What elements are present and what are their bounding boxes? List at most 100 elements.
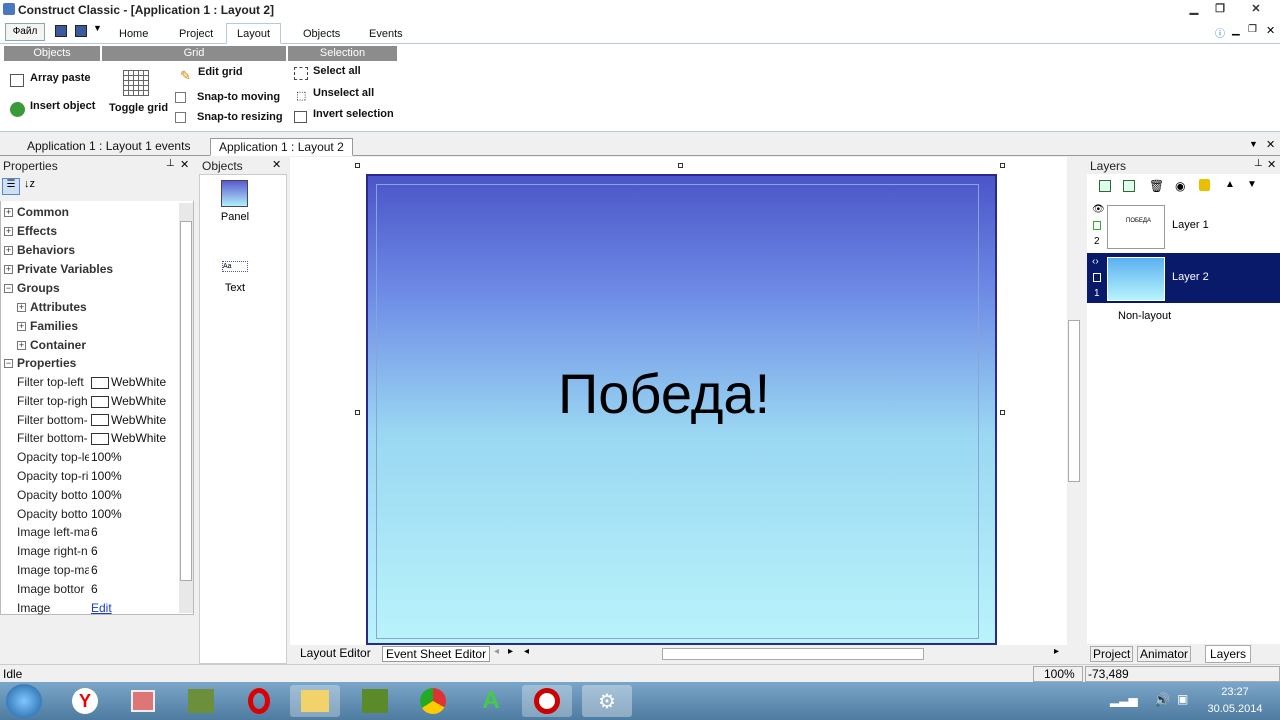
objects-close-icon[interactable]: ✕ — [272, 158, 281, 171]
close-button[interactable]: ✕ — [1236, 2, 1276, 16]
snap-resizing-checkbox[interactable] — [175, 112, 186, 123]
panel-object-icon[interactable] — [221, 180, 248, 207]
invert-selection-button[interactable]: Invert selection — [313, 108, 394, 120]
ribbon-restore-icon[interactable]: ❐ — [1248, 24, 1257, 35]
properties-scroll-thumb[interactable] — [180, 221, 192, 581]
maximize-button[interactable]: ❐ — [1208, 2, 1232, 16]
property-row[interactable]: Image bottor 6 — [1, 580, 178, 599]
unlock-icon[interactable] — [1093, 273, 1101, 282]
color-swatch[interactable] — [91, 395, 109, 408]
categorized-icon[interactable]: ☰ — [2, 178, 20, 195]
media-player-icon[interactable] — [118, 685, 168, 717]
snap-moving-checkbox[interactable] — [175, 92, 186, 103]
network-icon[interactable]: ▂▃▅ — [1110, 693, 1138, 707]
minimize-button[interactable]: ▁ — [1182, 2, 1206, 16]
property-row[interactable]: Filter bottom- WebWhite — [1, 411, 178, 430]
snap-resizing-label[interactable]: Snap-to resizing — [197, 111, 283, 123]
property-row[interactable]: Image left-ma 6 — [1, 523, 178, 542]
prop-subgroup-attributes[interactable]: + Attributes — [1, 298, 178, 317]
property-row[interactable]: Filter bottom- WebWhite — [1, 429, 178, 448]
layer-row-1[interactable]: 👁 2 ПОБЕДА Layer 1 — [1087, 201, 1280, 251]
construct-icon[interactable]: ⚙ — [582, 685, 632, 717]
property-row[interactable]: Opacity botto 100% — [1, 505, 178, 524]
tab-home[interactable]: Home — [108, 23, 159, 44]
tab-project[interactable]: Project — [168, 23, 224, 44]
property-row[interactable]: Filter top-righ WebWhite — [1, 392, 178, 411]
clock-date[interactable]: 30.05.2014 — [1200, 703, 1270, 715]
toggle-grid-button[interactable]: Toggle grid — [109, 102, 168, 114]
minecraft-launcher-icon[interactable] — [350, 685, 400, 717]
canvas-vscroll-thumb[interactable] — [1068, 320, 1080, 482]
ribbon-close-icon[interactable]: ✕ — [1266, 24, 1275, 37]
tab-events[interactable]: Events — [358, 23, 414, 44]
app-a-icon[interactable]: A — [466, 685, 516, 717]
property-row[interactable]: Image top-ma 6 — [1, 561, 178, 580]
resize-handle[interactable] — [1000, 163, 1005, 168]
tray-icon[interactable]: ▣ — [1177, 692, 1188, 706]
panel-object[interactable]: Победа! — [366, 174, 997, 645]
edit-grid-button[interactable]: Edit grid — [198, 66, 243, 78]
tab-layers[interactable]: Layers — [1205, 645, 1252, 663]
save-all-icon[interactable] — [75, 25, 87, 37]
prop-group-private-variables[interactable]: + Private Variables — [1, 260, 178, 279]
save-icon[interactable] — [55, 25, 67, 37]
resize-handle[interactable] — [678, 163, 683, 168]
prop-group-behaviors[interactable]: + Behaviors — [1, 241, 178, 260]
opera-active-icon[interactable] — [522, 685, 572, 717]
tab-scroll-right-icon[interactable]: ▸ — [508, 646, 513, 657]
event-sheet-editor-tab[interactable]: Event Sheet Editor — [382, 646, 491, 662]
chrome-icon[interactable] — [408, 685, 458, 717]
victory-text-object[interactable]: Победа! — [558, 361, 770, 426]
color-swatch[interactable] — [91, 414, 109, 427]
lock-icon[interactable] — [1199, 179, 1210, 191]
doc-tab-layout2[interactable]: Application 1 : Layout 2 — [210, 138, 353, 156]
yandex-browser-icon[interactable]: Y — [60, 685, 110, 717]
canvas-hscroll-thumb[interactable] — [662, 648, 924, 660]
property-value[interactable]: Edit — [91, 599, 112, 618]
prop-group-common[interactable]: + Common — [1, 203, 178, 222]
layout-editor-tab[interactable]: Layout Editor — [300, 646, 371, 660]
resize-handle[interactable] — [1000, 410, 1005, 415]
hscroll-left-icon[interactable]: ◂ — [524, 646, 529, 657]
prop-group-effects[interactable]: + Effects — [1, 222, 178, 241]
pin-icon[interactable]: ⊥ — [166, 158, 175, 169]
tab-objects[interactable]: Objects — [292, 23, 351, 44]
layer-row-2-selected[interactable]: ‹› 1 Layer 2 — [1087, 253, 1280, 303]
layers-close-icon[interactable]: ✕ — [1267, 158, 1276, 171]
property-row[interactable]: Image right-n 6 — [1, 542, 178, 561]
prop-group-groups[interactable]: − Groups — [1, 279, 178, 298]
minecraft-icon[interactable] — [176, 685, 226, 717]
property-value-text[interactable]: Edit — [91, 601, 112, 615]
file-menu-button[interactable]: Файл — [5, 23, 45, 41]
prop-section-properties[interactable]: − Properties — [1, 354, 178, 373]
eye-icon[interactable]: 👁 — [1092, 204, 1105, 215]
start-button[interactable] — [6, 684, 42, 718]
hscroll-right-icon[interactable]: ▸ — [1054, 646, 1059, 657]
doc-tab-layout1-events[interactable]: Application 1 : Layout 1 events — [19, 138, 198, 156]
property-row[interactable]: Opacity top-ri 100% — [1, 467, 178, 486]
tab-animator[interactable]: Animator — [1137, 646, 1192, 662]
layers-pin-icon[interactable]: ⊥ — [1254, 158, 1263, 169]
prop-subgroup-families[interactable]: + Families — [1, 317, 178, 336]
prop-subgroup-container[interactable]: + Container — [1, 336, 178, 355]
property-row[interactable]: Filter top-left WebWhite — [1, 373, 178, 392]
text-object-icon[interactable]: Aa — [222, 261, 248, 272]
clock-time[interactable]: 23:27 — [1205, 686, 1265, 698]
visibility-icon[interactable]: ◉ — [1175, 179, 1185, 193]
properties-close-icon[interactable]: ✕ — [180, 158, 189, 171]
resize-handle[interactable] — [355, 410, 360, 415]
tab-layout[interactable]: Layout — [226, 23, 282, 44]
add-layer-icon[interactable] — [1099, 180, 1111, 192]
tab-project-panel[interactable]: Project — [1090, 646, 1134, 662]
ribbon-minimize-icon[interactable]: ▁ — [1232, 25, 1240, 36]
tab-list-icon[interactable]: ▼ — [1249, 139, 1258, 149]
sort-alpha-icon[interactable]: ↓z — [24, 178, 35, 190]
object-label-text[interactable]: Text — [200, 282, 270, 294]
add-sublayer-icon[interactable] — [1123, 180, 1135, 192]
color-swatch[interactable] — [91, 433, 109, 446]
layout-canvas[interactable]: Победа! — [290, 157, 1081, 645]
property-row[interactable]: Opacity botto 100% — [1, 486, 178, 505]
tab-scroll-left-icon[interactable]: ◂ — [494, 646, 499, 657]
delete-layer-icon[interactable]: 🗑 — [1149, 179, 1164, 193]
quick-access-dropdown-icon[interactable]: ▼ — [93, 23, 102, 33]
